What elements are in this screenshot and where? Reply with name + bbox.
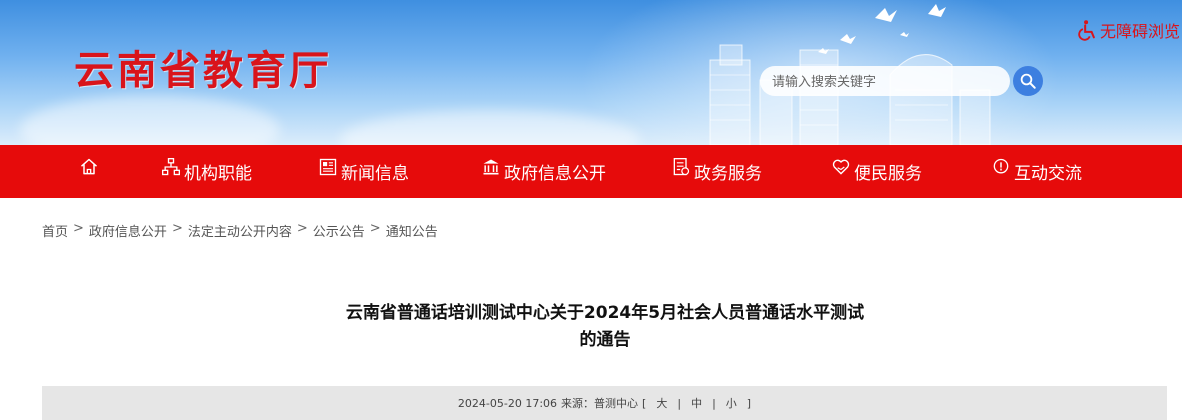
org-chart-icon [162,157,180,175]
font-size-small-button[interactable]: 小 [720,395,743,411]
main-nav: 机构职能 新闻信息 政府信息公开 政务服务 便民服务 互动交流 [0,145,1182,198]
publish-date: 2024-05-20 17:06 [457,396,558,410]
breadcrumb-notices[interactable]: 通知公告 [386,221,438,240]
nav-label: 便民服务 [854,164,922,184]
font-size-divider: | [712,396,716,410]
article-meta-bar: 2024-05-20 17:06 来源：普测中心 [ 大 | 中 | 小 ] [42,386,1167,420]
banner-cloud [20,95,280,145]
font-size-medium-button[interactable]: 中 [685,395,708,411]
font-size-large-button[interactable]: 大 [650,395,673,411]
nav-item-government-info-disclosure[interactable]: 政府信息公开 [481,145,606,198]
search-icon [1020,73,1036,89]
nav-item-convenience-services[interactable]: 便民服务 [831,145,922,198]
home-icon [81,158,97,174]
breadcrumb-statutory-disclosure[interactable]: 法定主动公开内容 [188,221,292,240]
accessibility-browse-button[interactable]: 无障碍浏览 [1076,18,1180,42]
wheelchair-icon [1078,20,1095,41]
font-size-bracket-open: [ [642,396,647,410]
breadcrumb-separator: > [171,221,183,236]
breadcrumb-government-info[interactable]: 政府信息公开 [89,221,167,240]
nav-item-interactive-communication[interactable]: 互动交流 [991,145,1082,198]
flying-birds-illustration [818,4,946,54]
article-title: 云南省普通话培训测试中心关于2024年5月社会人员普通话水平测试 的通告 [200,300,1010,354]
nav-label: 政务服务 [694,164,762,184]
nav-label: 政府信息公开 [504,164,606,184]
search-button[interactable] [1013,66,1043,96]
breadcrumb-home[interactable]: 首页 [42,221,68,240]
breadcrumb: 首页 > 政府信息公开 > 法定主动公开内容 > 公示公告 > 通知公告 [42,221,438,240]
government-building-icon [483,159,499,174]
nav-item-home[interactable] [79,145,102,198]
font-size-divider: | [677,396,682,410]
accessibility-label: 无障碍浏览 [1099,24,1180,41]
nav-label: 互动交流 [1014,164,1082,184]
site-logo-title[interactable]: 云南省教育厅 [74,38,332,96]
search-input[interactable] [760,66,1010,96]
breadcrumb-separator: > [73,221,84,236]
nav-item-institution-functions[interactable]: 机构职能 [161,145,252,198]
nav-label: 机构职能 [184,164,252,184]
font-size-bracket-close: ] [746,396,752,410]
article-source: 来源：普测中心 [561,397,639,410]
newspaper-icon [319,158,337,175]
article-title-line-2: 的通告 [579,330,631,350]
chat-icon [993,158,1009,173]
breadcrumb-public-announcements[interactable]: 公示公告 [313,221,365,240]
article-title-line-1: 云南省普通话培训测试中心关于2024年5月社会人员普通话水平测试 [345,303,865,323]
nav-item-news[interactable]: 新闻信息 [318,145,409,198]
nav-label: 新闻信息 [341,164,409,184]
heart-hand-icon [832,159,850,175]
header-banner: 云南省教育厅 无障碍浏览 [0,0,1182,145]
breadcrumb-separator: > [369,221,381,236]
service-document-icon [673,157,690,175]
nav-item-government-services[interactable]: 政务服务 [671,145,762,198]
breadcrumb-separator: > [296,221,308,236]
